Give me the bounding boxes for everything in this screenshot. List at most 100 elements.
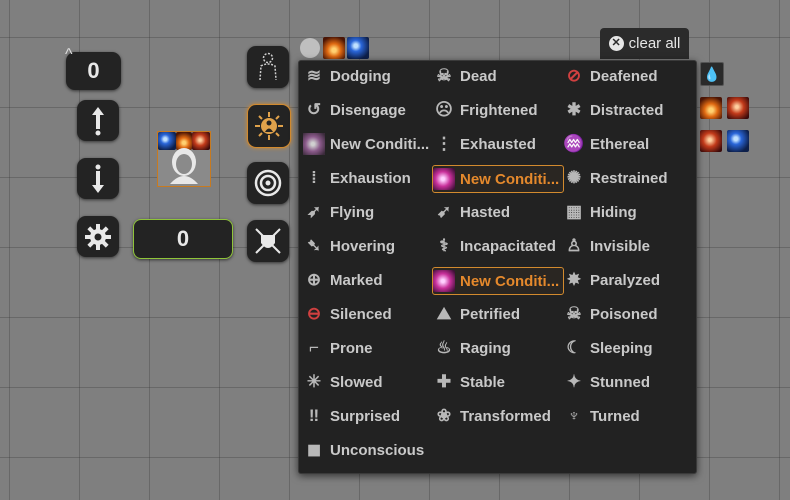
condition-item[interactable]: ✳ Slowed: [303, 369, 383, 395]
frightened-icon: ☹: [435, 100, 453, 119]
caret-icon: ^: [65, 46, 73, 63]
top-counter-value: 0: [87, 58, 100, 83]
condition-item[interactable]: ◼ Unconscious: [303, 437, 424, 463]
prone-icon: ⌐: [309, 338, 319, 357]
x-circle-icon: ✕: [608, 36, 624, 51]
condition-item[interactable]: ➷ Hovering: [303, 233, 395, 259]
condition-item[interactable]: ⊕ Marked: [303, 267, 383, 293]
token-portrait-icon: [170, 148, 198, 184]
condition-label: Exhausted: [460, 135, 536, 153]
settings-button[interactable]: [77, 216, 119, 257]
condition-item[interactable]: ♨ Raging: [433, 335, 511, 361]
condition-label: Marked: [330, 271, 383, 289]
condition-item[interactable]: ⊖ Silenced: [303, 301, 392, 327]
condition-item[interactable]: ♒ Ethereal: [563, 131, 649, 157]
poison-icon: ☠: [566, 304, 582, 323]
bottom-counter[interactable]: 0: [133, 219, 233, 259]
arrow-down-icon: [92, 164, 104, 193]
token-image-button[interactable]: [247, 46, 289, 88]
condition-item[interactable]: ⚕ Incapacitated: [433, 233, 555, 259]
top-counter[interactable]: ^ 0: [65, 46, 121, 90]
condition-item[interactable]: ➶ Flying: [303, 199, 374, 225]
condition-item[interactable]: ✸ Paralyzed: [563, 267, 660, 293]
shield-swords-icon: [255, 228, 281, 254]
condition-label: Ethereal: [590, 135, 650, 153]
condition-label: Restrained: [590, 169, 668, 187]
conditions-menu: ≋ Dodging ☠ Dead ⊘ Deafened ↺ Disengage ☹ Frighte…: [298, 60, 697, 474]
right-effect-bolt-icon: [727, 97, 749, 119]
silenced-icon: ⊖: [306, 304, 322, 323]
condition-item[interactable]: ▦ Hiding: [563, 199, 637, 225]
condition-item[interactable]: New Conditi...: [432, 267, 565, 295]
invisible-icon: ♙: [566, 236, 582, 255]
token[interactable]: [157, 131, 211, 187]
move-up-button[interactable]: [77, 100, 119, 141]
condition-label: Hasted: [460, 203, 511, 221]
condition-label: Unconscious: [330, 441, 425, 459]
condition-label: Dodging: [330, 67, 391, 85]
condition-item[interactable]: ☹ Frightened: [433, 97, 538, 123]
person-silhouette-icon: [259, 52, 277, 81]
crosshair-icon: ⊕: [306, 270, 322, 289]
clear-all-button[interactable]: ✕ clear all: [600, 28, 689, 59]
target-button[interactable]: [247, 162, 289, 204]
winged-boot-icon: ➹: [436, 202, 452, 221]
condition-label: Silenced: [330, 305, 392, 323]
condition-item[interactable]: ⌐ Prone: [303, 335, 373, 361]
raging-icon: ♨: [436, 338, 452, 357]
condition-item[interactable]: ☠ Poisoned: [563, 301, 657, 327]
condition-item[interactable]: ✚ Stable: [433, 369, 505, 395]
unconscious-icon: ◼: [306, 440, 322, 459]
ethereal-icon: ♒: [563, 134, 585, 153]
condition-item[interactable]: ♆ Turned: [563, 403, 640, 429]
combat-button[interactable]: [247, 220, 289, 262]
condition-label: Distracted: [590, 101, 664, 119]
turned-icon: ♆: [567, 406, 581, 425]
condition-label: Sleeping: [590, 339, 653, 357]
condition-label: Stunned: [590, 373, 650, 391]
paralyzed-icon: ✸: [566, 270, 582, 289]
condition-label: New Conditi...: [330, 135, 430, 153]
condition-label: Slowed: [330, 373, 383, 391]
condition-item[interactable]: ↺ Disengage: [303, 97, 406, 123]
condition-item[interactable]: ⛰ Petrified: [433, 301, 520, 327]
condition-item[interactable]: ⊘ Deafened: [563, 63, 658, 89]
condition-item[interactable]: ‼ Surprised: [303, 403, 400, 429]
condition-item[interactable]: ➹ Hasted: [433, 199, 510, 225]
condition-item[interactable]: ≋ Dodging: [303, 63, 391, 89]
condition-item[interactable]: ⁞ Exhaustion: [303, 165, 411, 191]
conditions-button[interactable]: [247, 104, 291, 148]
wing-icon: ➶: [306, 202, 322, 221]
condition-label: Raging: [460, 339, 511, 357]
condition-label: Prone: [330, 339, 373, 357]
condition-item[interactable]: ☾ Sleeping: [563, 335, 653, 361]
hiding-icon: ▦: [565, 202, 583, 221]
condition-item[interactable]: New Conditi...: [303, 131, 429, 157]
condition-item[interactable]: ❀ Transformed: [433, 403, 551, 429]
paw-icon: ❀: [436, 406, 452, 425]
condition-label: Deafened: [590, 67, 658, 85]
condition-item[interactable]: New Conditi...: [432, 165, 565, 193]
condition-item[interactable]: ♙ Invisible: [563, 233, 650, 259]
condition-item[interactable]: ⋮ Exhausted: [433, 131, 536, 157]
condition-label: New Conditi...: [460, 272, 560, 290]
sleeping-icon: ☾: [566, 338, 582, 357]
condition-label: New Conditi...: [460, 170, 560, 188]
gear-icon: [85, 223, 111, 250]
surprised-icon: ‼: [308, 406, 320, 425]
condition-item[interactable]: ✺ Restrained: [563, 165, 668, 191]
condition-item[interactable]: ☠ Dead: [433, 63, 497, 89]
condition-item[interactable]: ✦ Stunned: [563, 369, 650, 395]
condition-label: Surprised: [330, 407, 401, 425]
condition-label: Frightened: [460, 101, 538, 119]
condition-label: Flying: [330, 203, 375, 221]
condition-label: Disengage: [330, 101, 406, 119]
condition-label: Dead: [460, 67, 497, 85]
move-down-button[interactable]: [77, 158, 119, 199]
d20-icon: [300, 38, 320, 58]
condition-label: Invisible: [590, 237, 651, 255]
condition-label: Transformed: [460, 407, 551, 425]
condition-item[interactable]: ✱ Distracted: [563, 97, 663, 123]
active-effect-fire-icon: [323, 37, 345, 59]
condition-label: Petrified: [460, 305, 521, 323]
